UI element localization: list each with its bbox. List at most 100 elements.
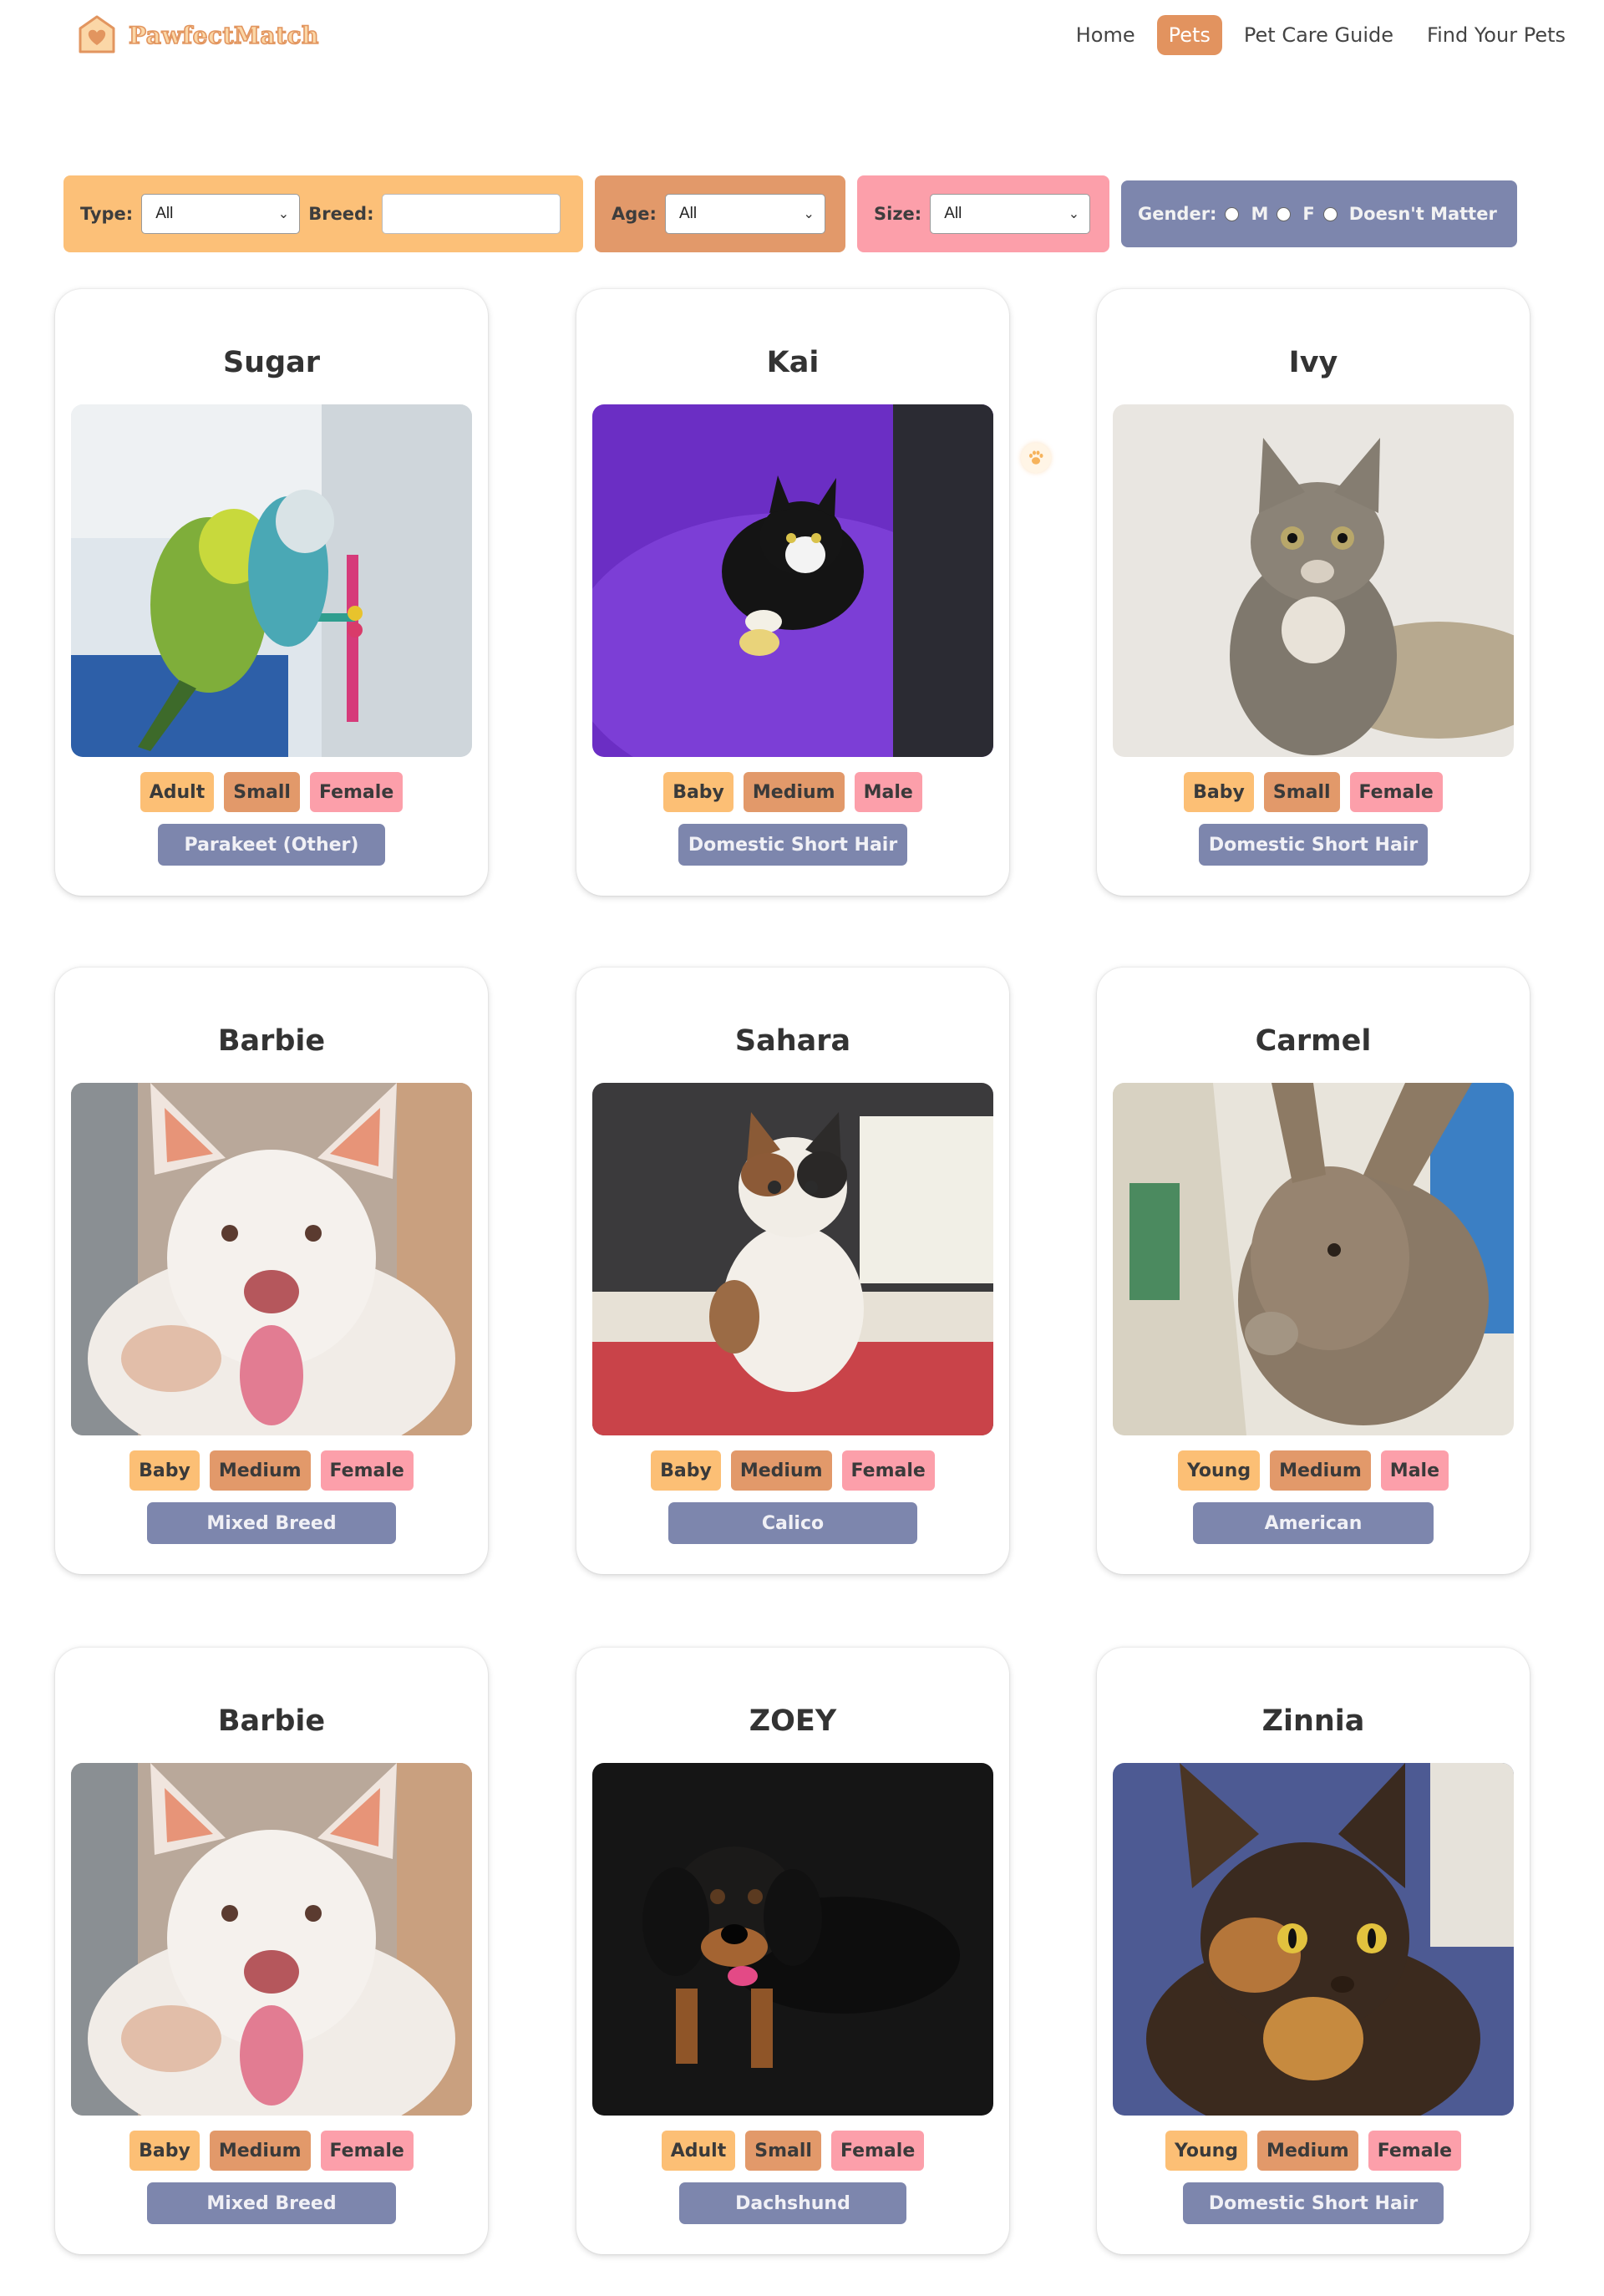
gender-option-m[interactable]: M [1225,204,1268,224]
nav-pet-care-guide[interactable]: Pet Care Guide [1232,15,1405,55]
nav-pets[interactable]: Pets [1156,15,1222,55]
pet-tags: Baby Small Female [1097,772,1530,812]
age-tag: Young [1165,2131,1248,2171]
breed-tag: Dachshund [679,2182,906,2224]
gender-tag: Female [1349,772,1443,812]
breed-label: Breed: [308,204,374,224]
pet-photo[interactable] [71,1083,472,1435]
gender-option-any[interactable]: Doesn't Matter [1322,204,1497,224]
radio-f[interactable] [1277,206,1292,221]
pet-photo[interactable] [592,1083,993,1435]
breed-tag: Domestic Short Hair [1183,2182,1444,2224]
chevron-down-icon: ⌄ [803,207,815,221]
size-label: Size: [874,204,922,224]
age-tag: Baby [663,772,733,812]
gender-tag: Female [309,772,404,812]
pet-tags: Young Medium Female [1097,2131,1530,2171]
type-label: Type: [80,204,134,224]
pet-name: Ivy [1288,346,1338,379]
logo-heart-house-icon [79,15,115,53]
gender-filter: Gender: M F Doesn't Matter [1121,180,1517,247]
chevron-down-icon: ⌄ [1068,207,1080,221]
size-tag: Small [745,2131,821,2171]
pet-photo[interactable] [1113,404,1514,757]
age-select[interactable]: All ⌄ [664,194,825,234]
pet-name: ZOEY [749,1704,837,1738]
age-label: Age: [612,204,657,224]
gender-tag: Female [830,2131,925,2171]
size-tag: Medium [1257,2131,1358,2171]
type-select-value: All [155,205,174,222]
pet-card[interactable]: Sugar Adult Small Female Parakeet (Other… [55,289,488,896]
gender-tag: Female [1368,2131,1462,2171]
gender-option-f[interactable]: F [1277,204,1315,224]
size-select-value: All [944,205,962,222]
size-tag: Medium [1270,1450,1371,1491]
pet-name: Barbie [217,1704,326,1738]
nav-find-your-pets[interactable]: Find Your Pets [1415,15,1577,55]
age-tag: Adult [661,2131,736,2171]
pet-name: Zinnia [1261,1704,1365,1738]
gender-tag: Male [1380,1450,1449,1491]
size-filter: Size: All ⌄ [857,175,1109,252]
age-tag: Young [1177,1450,1261,1491]
pet-card[interactable]: ZOEY Adult Small Female Dachshund [576,1648,1009,2254]
breed-tag: American [1193,1502,1434,1544]
age-filter: Age: All ⌄ [595,175,845,252]
pet-card[interactable]: Barbie Baby Medium Female Mixed Breed [55,968,488,1574]
pet-card[interactable]: Zinnia Young Medium Female Domestic Shor… [1097,1648,1530,2254]
age-tag: Baby [129,2131,200,2171]
breed-tag: Domestic Short Hair [678,824,907,866]
radio-m[interactable] [1225,206,1240,221]
pet-photo[interactable] [592,404,993,757]
pet-card[interactable]: Kai Baby Medium Male Domestic Short Hair [576,289,1009,896]
pet-photo[interactable] [1113,1763,1514,2116]
pet-tags: Baby Medium Female [55,1450,488,1491]
size-tag: Small [224,772,300,812]
size-tag: Small [1263,772,1340,812]
pet-card[interactable]: Ivy Baby Small Female Domestic Short Hai… [1097,289,1530,896]
radio-any[interactable] [1322,206,1338,221]
breed-tag: Mixed Breed [147,2182,396,2224]
pet-tags: Adult Small Female [576,2131,1009,2171]
pet-tags: Baby Medium Female [55,2131,488,2171]
pet-tags: Adult Small Female [55,772,488,812]
filter-bar: Type: All ⌄ Breed: Age: All ⌄ Size: All … [63,175,1534,252]
pet-tags: Young Medium Male [1097,1450,1530,1491]
logo[interactable]: PawfectMatch [75,13,319,57]
pet-name: Kai [766,346,820,379]
site-header: PawfectMatch Home Pets Pet Care Guide Fi… [0,0,1604,80]
type-breed-filter: Type: All ⌄ Breed: [63,175,583,252]
pet-name: Sugar [222,346,321,379]
size-tag: Medium [743,772,845,812]
gender-option-label: F [1302,204,1315,224]
breed-tag: Mixed Breed [147,1502,396,1544]
age-tag: Baby [651,1450,721,1491]
pet-card[interactable]: Barbie Baby Medium Female Mixed Breed [55,1648,488,2254]
pet-tags: Baby Medium Male [576,772,1009,812]
breed-tag: Domestic Short Hair [1199,824,1428,866]
gender-tag: Female [320,1450,414,1491]
gender-option-label: Doesn't Matter [1348,204,1497,224]
gender-option-label: M [1251,204,1269,224]
pet-tags: Baby Medium Female [576,1450,1009,1491]
gender-tag: Female [320,2131,414,2171]
pet-photo[interactable] [592,1763,993,2116]
breed-input[interactable] [382,194,561,234]
breed-tag: Calico [668,1502,917,1544]
size-tag: Medium [730,1450,832,1491]
pet-photo[interactable] [71,1763,472,2116]
pet-photo[interactable] [1113,1083,1514,1435]
type-select[interactable]: All ⌄ [141,194,301,234]
pet-name: Carmel [1255,1024,1372,1058]
pet-photo[interactable] [71,404,472,757]
size-tag: Medium [209,1450,311,1491]
size-tag: Medium [209,2131,311,2171]
pet-card[interactable]: Sahara Baby Medium Female Calico [576,968,1009,1574]
paw-print-icon [1021,443,1051,473]
size-select[interactable]: All ⌄ [930,194,1091,234]
pet-name: Sahara [734,1024,851,1058]
nav-home[interactable]: Home [1064,15,1147,55]
age-tag: Baby [129,1450,200,1491]
pet-card[interactable]: Carmel Young Medium Male American [1097,968,1530,1574]
